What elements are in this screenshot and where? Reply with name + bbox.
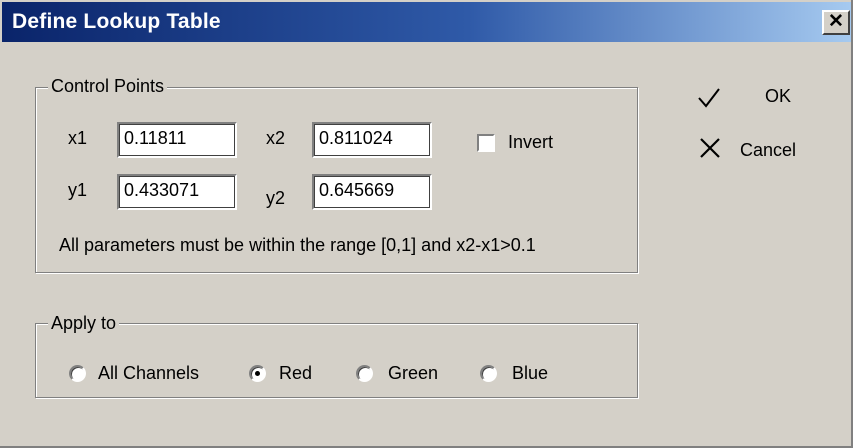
apply-to-legend: Apply to [48,313,120,333]
ok-label: OK [765,86,792,106]
radio-green[interactable] [356,365,373,382]
close-icon: ✕ [828,11,844,32]
range-note: All parameters must be within the range … [59,235,536,255]
ok-button[interactable]: OK [690,76,810,116]
y2-label: y2 [266,188,286,208]
green-label[interactable]: Green [388,362,438,384]
x1-input[interactable]: 0.11811 [117,122,237,158]
cancel-button[interactable]: Cancel [690,128,830,172]
close-button[interactable]: ✕ [822,10,850,35]
title-bar[interactable]: Define Lookup Table ✕ [2,2,851,42]
y2-input[interactable]: 0.645669 [312,174,432,210]
y1-input[interactable]: 0.433071 [117,174,237,210]
cancel-label: Cancel [740,140,797,160]
radio-red[interactable] [249,365,266,382]
invert-checkbox[interactable] [477,134,495,152]
x2-label: x2 [266,128,286,148]
checkmark-icon [698,88,720,108]
control-points-legend: Control Points [48,76,168,96]
y1-label: y1 [68,180,88,200]
radio-blue[interactable] [480,365,497,382]
invert-label[interactable]: Invert [508,131,553,153]
red-label[interactable]: Red [279,362,312,384]
x-mark-icon [700,138,720,158]
define-lookup-table-dialog: Define Lookup Table ✕ Control Points x1 … [0,0,853,448]
blue-label[interactable]: Blue [512,362,548,384]
window-title: Define Lookup Table [12,10,221,33]
radio-selected-dot [255,371,260,376]
radio-all-channels[interactable] [69,365,86,382]
x1-label: x1 [68,128,88,148]
apply-to-group [35,323,638,398]
all-channels-label[interactable]: All Channels [98,362,199,384]
x2-input[interactable]: 0.811024 [312,122,432,158]
